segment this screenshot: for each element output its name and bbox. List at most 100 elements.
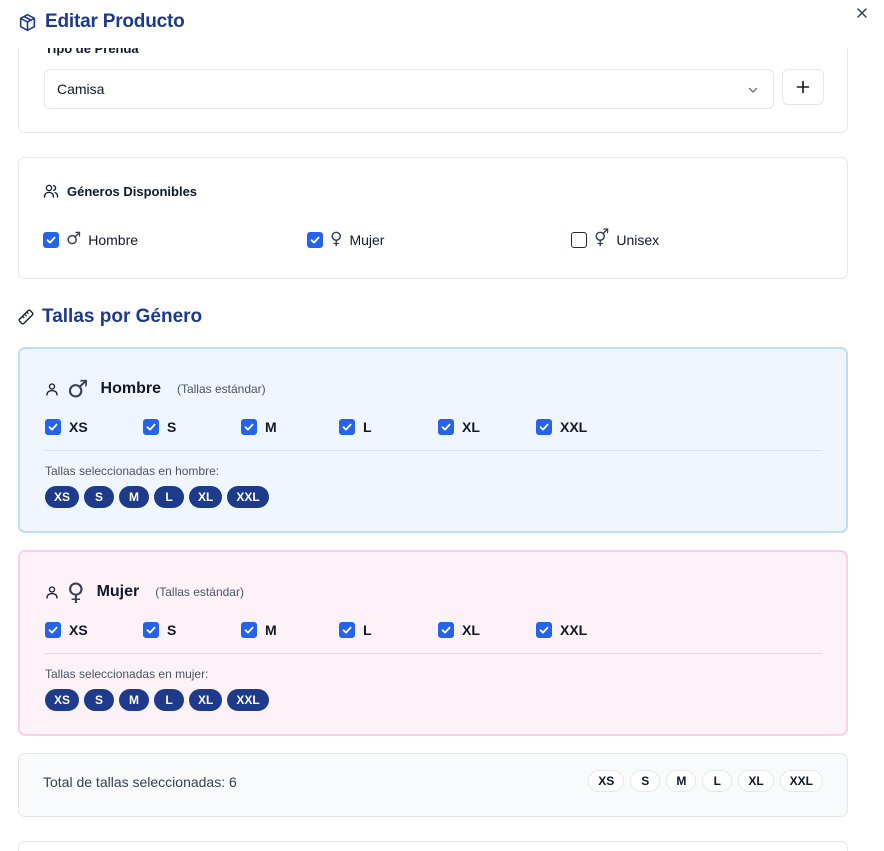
dialog-title-wrap: Editar Producto	[18, 11, 185, 33]
size-badge: XXL	[779, 770, 823, 792]
size-option-mujer-l[interactable]: L	[339, 622, 372, 638]
size-badge: M	[666, 770, 697, 792]
check-icon	[539, 626, 549, 634]
size-option-mujer-s[interactable]: S	[143, 622, 176, 638]
size-label: M	[265, 622, 277, 638]
size-badge: XS	[45, 689, 80, 711]
size-badge: S	[84, 689, 115, 711]
size-checkbox[interactable]	[339, 622, 355, 638]
size-label: S	[167, 622, 177, 638]
size-checkbox[interactable]	[45, 419, 61, 435]
total-tallas-pills: XS S M L XL XXL	[588, 770, 823, 792]
size-option-hombre-s[interactable]: S	[143, 419, 176, 435]
male-symbol-icon: ♂	[67, 375, 89, 403]
size-checkbox[interactable]	[45, 622, 61, 638]
size-option-hombre-l[interactable]: L	[339, 419, 372, 435]
size-label: M	[265, 419, 277, 435]
tallas-hombre-subtitle: (Tallas estándar)	[176, 382, 266, 396]
size-label: S	[167, 419, 177, 435]
size-badge: L	[702, 770, 733, 792]
size-option-mujer-xs[interactable]: XS	[45, 622, 88, 638]
tallas-hombre-header: ♂ Hombre (Tallas estándar)	[45, 377, 266, 401]
size-checkbox[interactable]	[241, 622, 257, 638]
size-badge: M	[119, 689, 150, 711]
size-checkbox[interactable]	[339, 419, 355, 435]
close-button[interactable]	[854, 5, 870, 21]
total-tallas-text: Total de tallas seleccionadas: 6	[43, 774, 237, 790]
genero-label-unisex: Unisex	[616, 231, 660, 248]
size-checkbox[interactable]	[241, 419, 257, 435]
check-icon	[146, 626, 156, 634]
genero-option-hombre[interactable]: ♂ Hombre	[43, 231, 138, 248]
size-badge: XL	[738, 770, 774, 792]
size-option-mujer-xxl[interactable]: XXL	[536, 622, 587, 638]
size-badge: S	[630, 770, 661, 792]
size-label: L	[363, 622, 372, 638]
tallas-mujer-selected-label: Tallas seleccionadas en mujer:	[45, 667, 209, 681]
size-badge: L	[154, 689, 185, 711]
check-icon	[342, 626, 352, 634]
size-badge: XL	[189, 486, 223, 508]
size-checkbox[interactable]	[536, 622, 552, 638]
size-badge: XL	[189, 689, 223, 711]
size-label: XS	[69, 419, 88, 435]
size-option-hombre-xxl[interactable]: XXL	[536, 419, 587, 435]
size-label: XXL	[560, 622, 588, 638]
check-icon	[46, 236, 56, 243]
tallas-mujer-selected-pills: XS S M L XL XXL	[45, 689, 269, 711]
size-checkbox[interactable]	[143, 622, 159, 638]
unisex-symbol-icon: ⚥	[594, 229, 610, 249]
female-symbol-icon: ♀	[330, 229, 343, 249]
genero-label-mujer: Mujer	[349, 231, 385, 248]
size-badge: L	[154, 486, 185, 508]
generos-card: Géneros Disponibles ♂ Hombre ♀ Mujer ⚥ U…	[18, 157, 848, 279]
female-symbol-icon: ♀	[67, 578, 85, 606]
tipo-prenda-select[interactable]: Camisa	[44, 69, 774, 109]
tallas-hombre-selected-pills: XS S M L XL XXL	[45, 486, 269, 508]
tallas-mujer-card: ♀ Mujer (Tallas estándar) XS S M L XL XX…	[18, 550, 848, 736]
users-icon	[43, 184, 59, 198]
genero-label-hombre: Hombre	[88, 231, 139, 248]
generos-title: Géneros Disponibles	[67, 183, 198, 199]
genero-option-unisex[interactable]: ⚥ Unisex	[571, 231, 659, 248]
check-icon	[48, 626, 58, 634]
plus-icon	[796, 80, 810, 94]
size-checkbox[interactable]	[143, 419, 159, 435]
close-icon	[857, 8, 867, 18]
total-tallas-card: Total de tallas seleccionadas: 6 XS S M …	[18, 753, 848, 817]
size-checkbox[interactable]	[536, 419, 552, 435]
genero-checkbox-mujer[interactable]	[307, 231, 323, 248]
user-icon	[46, 586, 58, 599]
tallas-mujer-header: ♀ Mujer (Tallas estándar)	[45, 580, 244, 604]
check-icon	[146, 423, 156, 431]
size-badge: XS	[588, 770, 625, 792]
check-icon	[539, 423, 549, 431]
genero-checkbox-hombre[interactable]	[43, 231, 59, 248]
size-option-hombre-m[interactable]: M	[241, 419, 277, 435]
tallas-section-header: Tallas por Género	[18, 306, 202, 328]
genero-option-mujer[interactable]: ♀ Mujer	[307, 231, 384, 248]
user-icon	[46, 383, 58, 396]
chevron-down-icon	[748, 87, 758, 93]
tallas-hombre-name: Hombre	[100, 380, 161, 397]
package-icon	[19, 13, 36, 31]
size-label: XL	[462, 419, 480, 435]
tallas-hombre-selected-label: Tallas seleccionadas en hombre:	[45, 464, 220, 478]
size-checkbox[interactable]	[438, 622, 454, 638]
size-option-mujer-xl[interactable]: XL	[438, 622, 480, 638]
size-badge: S	[84, 486, 115, 508]
divider	[45, 450, 822, 451]
dialog-scroll-area[interactable]: Tipo de Prenda Camisa Géneros Disponible…	[0, 0, 884, 851]
size-label: XXL	[560, 419, 588, 435]
size-checkbox[interactable]	[438, 419, 454, 435]
tallas-hombre-card: ♂ Hombre (Tallas estándar) XS S M L XL X…	[18, 347, 848, 533]
add-tipo-prenda-button[interactable]	[782, 69, 824, 105]
check-icon	[441, 626, 451, 634]
dialog-header: Editar Producto	[0, 0, 884, 48]
size-option-hombre-xl[interactable]: XL	[438, 419, 480, 435]
size-option-mujer-m[interactable]: M	[241, 622, 277, 638]
check-icon	[244, 626, 254, 634]
genero-checkbox-unisex[interactable]	[571, 231, 587, 248]
size-option-hombre-xs[interactable]: XS	[45, 419, 88, 435]
dialog-title: Editar Producto	[45, 11, 185, 32]
